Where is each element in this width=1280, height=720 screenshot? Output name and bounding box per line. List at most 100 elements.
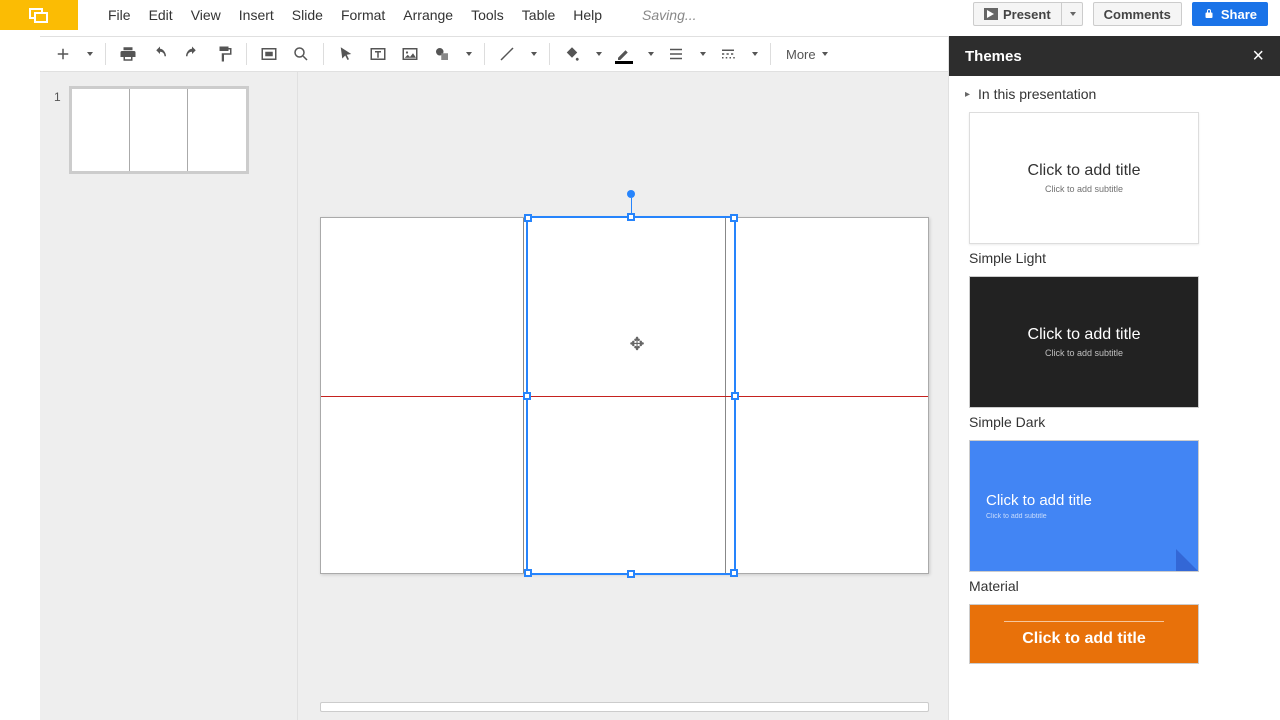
menu-tools[interactable]: Tools [471,7,504,23]
resize-handle-tr[interactable] [730,214,738,222]
share-label: Share [1221,7,1257,22]
separator [770,43,771,65]
new-slide-dropdown[interactable] [82,41,96,67]
guide-horizontal [321,396,928,397]
more-button[interactable]: More [780,47,834,62]
theme-card-orange: Click to add title [969,604,1260,664]
move-cursor-icon: ✥ [625,332,649,356]
save-status: Saving... [642,7,696,23]
theme-preview-title: Click to add title [1028,162,1141,180]
shape-dropdown[interactable] [461,41,475,67]
menu-format[interactable]: Format [341,7,385,23]
line-color-button[interactable] [611,41,637,67]
menu-file[interactable]: File [108,7,131,23]
slide-thumbnail[interactable] [69,86,249,174]
separator [246,43,247,65]
line-color-dropdown[interactable] [643,41,657,67]
line-weight-dropdown[interactable] [695,41,709,67]
chevron-down-icon [648,52,654,56]
divider [1004,621,1164,622]
present-dropdown[interactable] [1062,2,1083,26]
resize-handle-bl[interactable] [524,569,532,577]
theme-preview[interactable]: Click to add title [969,604,1199,664]
theme-preview-title: Click to add title [986,492,1092,509]
themes-header: Themes × [949,36,1280,76]
menu-view[interactable]: View [191,7,221,23]
line-weight-button[interactable] [663,41,689,67]
separator [484,43,485,65]
textbox-tool[interactable] [365,41,391,67]
theme-preview[interactable]: Click to add title Click to add subtitle [969,112,1199,244]
menu-table[interactable]: Table [522,7,555,23]
themes-section-toggle[interactable]: In this presentation [949,76,1280,112]
undo-button[interactable] [147,41,173,67]
theme-preview-sub: Click to add subtitle [1045,348,1123,358]
chevron-down-icon [87,52,93,56]
slide-canvas[interactable] [320,217,929,574]
theme-card-simple-light: Click to add title Click to add subtitle… [969,112,1260,266]
new-slide-button[interactable] [50,41,76,67]
resize-handle-tm[interactable] [627,213,635,221]
slide-number: 1 [54,90,61,174]
header-actions: Present Comments Share [973,0,1268,28]
theme-label: Simple Light [969,250,1260,266]
theme-label: Simple Dark [969,414,1260,430]
rotate-handle[interactable] [627,190,635,198]
filmstrip: 1 [40,72,298,720]
theme-preview-title: Click to add title [1022,630,1146,648]
menu-arrange[interactable]: Arrange [403,7,453,23]
fill-color-dropdown[interactable] [591,41,605,67]
fill-color-button[interactable] [559,41,585,67]
canvas-area[interactable]: ✥ [298,72,948,720]
chevron-down-icon [596,52,602,56]
fit-button[interactable] [256,41,282,67]
separator [549,43,550,65]
theme-preview[interactable]: Click to add title Click to add subtitle [969,440,1199,572]
present-button[interactable]: Present [973,2,1062,26]
menu-items: File Edit View Insert Slide Format Arran… [108,7,697,23]
line-tool[interactable] [494,41,520,67]
line-dash-button[interactable] [715,41,741,67]
menu-help[interactable]: Help [573,7,602,23]
resize-handle-tl[interactable] [524,214,532,222]
image-tool[interactable] [397,41,423,67]
theme-card-simple-dark: Click to add title Click to add subtitle… [969,276,1260,430]
theme-preview[interactable]: Click to add title Click to add subtitle [969,276,1199,408]
theme-card-material: Click to add title Click to add subtitle… [969,440,1260,594]
chevron-down-icon [531,52,537,56]
resize-handle-bm[interactable] [627,570,635,578]
chevron-down-icon [822,52,828,56]
slide-thumb-row: 1 [54,86,283,174]
fold-icon [1176,549,1198,571]
close-icon[interactable]: × [1252,45,1264,68]
menu-edit[interactable]: Edit [149,7,173,23]
theme-preview-sub: Click to add subtitle [986,513,1047,520]
chevron-down-icon [1070,12,1076,16]
shape-tool[interactable] [429,41,455,67]
color-underline [615,61,633,64]
zoom-button[interactable] [288,41,314,67]
separator [105,43,106,65]
lock-icon [1203,8,1215,20]
resize-handle-br[interactable] [730,569,738,577]
play-icon [984,8,998,20]
print-button[interactable] [115,41,141,67]
themes-title: Themes [965,48,1022,65]
chevron-down-icon [752,52,758,56]
select-tool[interactable] [333,41,359,67]
redo-button[interactable] [179,41,205,67]
app-logo[interactable] [0,0,78,30]
menu-slide[interactable]: Slide [292,7,323,23]
share-button[interactable]: Share [1192,2,1268,26]
speaker-notes-bar[interactable] [320,702,929,712]
present-label: Present [1003,7,1051,22]
theme-preview-sub: Click to add subtitle [1045,184,1123,194]
line-dropdown[interactable] [526,41,540,67]
menu-insert[interactable]: Insert [239,7,274,23]
theme-preview-title: Click to add title [1028,326,1141,344]
line-dash-dropdown[interactable] [747,41,761,67]
paint-format-button[interactable] [211,41,237,67]
comments-button[interactable]: Comments [1093,2,1182,26]
chevron-down-icon [466,52,472,56]
thumb-guide [187,89,188,171]
